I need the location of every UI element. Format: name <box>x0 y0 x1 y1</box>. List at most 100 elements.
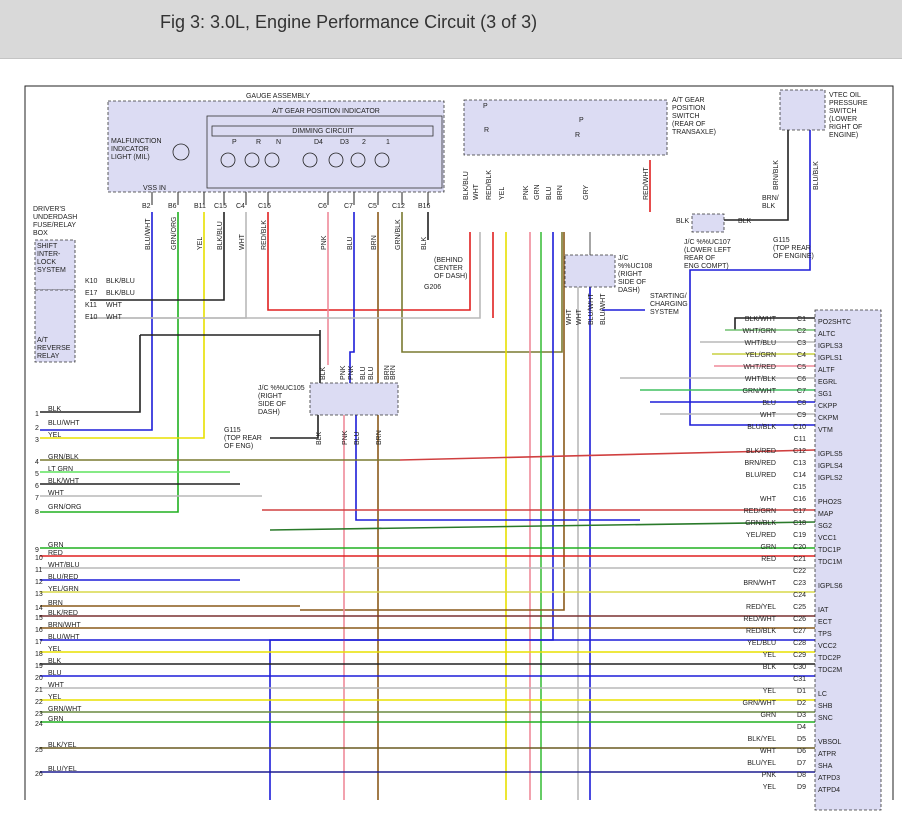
ecm-func-label: SHB <box>818 703 833 710</box>
switch-wire-label: WHT <box>473 183 480 200</box>
ecm-pin-label: C26 <box>793 616 806 623</box>
ecm-wire-label: WHT/BLU <box>745 340 777 347</box>
ecm-wire-label: BRN/RED <box>744 460 776 467</box>
ecm-pin-label: C6 <box>797 376 806 383</box>
left-pin-number: 5 <box>35 471 39 478</box>
relay-pin-label: K10 <box>85 278 98 285</box>
vtec-wire-label: BLU/BLK <box>813 161 820 190</box>
jc108-label: %%UC108 <box>618 263 652 270</box>
g206-id: G206 <box>424 284 441 291</box>
ecm-wire-label: WHT/GRN <box>743 328 776 335</box>
drivers-box-label: FUSE/RELAY <box>33 222 76 229</box>
left-wire-label: YEL <box>48 646 61 653</box>
switch-wire-label: GRN <box>534 184 541 200</box>
at-gear-switch-label: TRANSAXLE) <box>672 129 716 136</box>
jc107-label: (LOWER LEFT <box>684 247 732 254</box>
gauge-wire-label: PNK <box>321 235 328 250</box>
ecm-pin-label: C20 <box>793 544 806 551</box>
ecm-pin-label: C4 <box>797 352 806 359</box>
jc108-label: SIDE OF <box>618 279 646 286</box>
wire-jc105-blu <box>355 415 640 521</box>
vtec-switch-label: SWITCH <box>829 108 857 115</box>
ecm-func-label: ATPD4 <box>818 787 840 794</box>
ecm-pin-label: C29 <box>793 652 806 659</box>
blk-label: BLK <box>676 218 690 225</box>
ecm-func-label: SNC <box>818 715 833 722</box>
gauge-pin-label: C7 <box>344 203 353 210</box>
ecm-pin-label: D6 <box>797 748 806 755</box>
brn-blk-label: BRN/ <box>762 195 779 202</box>
left-pin-number: 14 <box>35 605 43 612</box>
blk-label: BLK <box>738 218 752 225</box>
jc105-bottom-label: BRN <box>376 430 383 445</box>
left-wire-label: GRN/ORG <box>48 504 81 511</box>
ecm-wire-label: RED/BLK <box>746 628 776 635</box>
gauge-pin-label: C12 <box>392 203 405 210</box>
jc105-wire-label: PNK <box>340 365 347 380</box>
g206-label: CENTER <box>434 265 463 272</box>
ecm-func-label: IGPLS5 <box>818 451 843 458</box>
left-pin-number: 23 <box>35 711 43 718</box>
g115-left-label: G115 <box>224 427 241 434</box>
reverse-relay-label: REVERSE <box>37 345 71 352</box>
left-wire-label: BLK <box>48 406 62 413</box>
left-wire-label: GRN <box>48 542 64 549</box>
gear-letter: D3 <box>340 139 349 146</box>
drivers-box-label: UNDERDASH <box>33 214 77 221</box>
left-pin-number: 8 <box>35 509 39 516</box>
jc105-label: (RIGHT <box>258 393 283 400</box>
ecm-wire-label: BLK/RED <box>746 448 776 455</box>
left-pin-number: 7 <box>35 495 39 502</box>
ecm-pin-label: D5 <box>797 736 806 743</box>
left-wire-label: BRN <box>48 600 63 607</box>
ecm-func-label: SHA <box>818 763 833 770</box>
at-gear-switch-box <box>463 99 668 156</box>
g115-top-label: (TOP REAR <box>773 245 811 252</box>
left-wire-label: BLK/WHT <box>48 478 80 485</box>
gauge-wire-label: BLU/WHT <box>145 218 152 250</box>
relay-wire-label: BLK/BLU <box>106 290 135 297</box>
left-wire-label: YEL/GRN <box>48 586 79 593</box>
gauge-pin-label: B2 <box>142 203 151 210</box>
left-pin-number: 15 <box>35 615 43 622</box>
left-wire-label: BLK <box>48 658 62 665</box>
ecm-func-label: TPS <box>818 631 832 638</box>
mil-label: LIGHT (MIL) <box>111 154 150 161</box>
ecm-wire-label: RED <box>761 556 776 563</box>
gauge-wire-label: BRN <box>371 235 378 250</box>
ecm-wire-label: BRN/WHT <box>743 580 776 587</box>
ecm-pin-label: C28 <box>793 640 806 647</box>
vtec-switch-label: PRESSURE <box>829 100 868 107</box>
left-wire-label: WHT <box>48 490 65 497</box>
left-wire-label: GRN/BLK <box>48 454 79 461</box>
wire-grn-blk <box>401 212 563 353</box>
gear-indicator-label: A/T GEAR POSITION INDICATOR <box>272 108 380 115</box>
ecm-pin-label: C2 <box>797 328 806 335</box>
gauge-pin-label: C16 <box>258 203 271 210</box>
switch-p: P <box>483 103 488 110</box>
ecm-func-label: ATPD3 <box>818 775 840 782</box>
relay-wire-label: BLK/BLU <box>106 278 135 285</box>
ecm-func-label: ECT <box>818 619 833 626</box>
ecm-pin-label: C24 <box>793 592 806 599</box>
jc105-box <box>309 382 399 416</box>
starting-charging-label: CHARGING <box>650 301 688 308</box>
ecm-func-label: IGPLS6 <box>818 583 843 590</box>
left-pin-number: 19 <box>35 663 43 670</box>
ecm-pin-label: D4 <box>797 724 806 731</box>
left-pin-number: 21 <box>35 687 43 694</box>
ecm-pin-label: D7 <box>797 760 806 767</box>
ecm-func-label: IAT <box>818 607 829 614</box>
ecm-func-label: MAP <box>818 511 834 518</box>
ecm-wire-label: WHT <box>760 496 777 503</box>
jc105-label: DASH) <box>258 409 280 416</box>
left-wire-label: BLU/WHT <box>48 634 80 641</box>
ecm-wire-label: BLU/RED <box>746 472 776 479</box>
gear-letter: 2 <box>362 139 366 146</box>
ecm-wire-label: WHT <box>760 748 777 755</box>
vtec-switch-label: RIGHT OF <box>829 124 862 131</box>
jc105-label: J/C %%UC105 <box>258 385 305 392</box>
g115-top-label: OF ENGINE) <box>773 253 814 260</box>
gauge-wire-label: BLK/BLU <box>217 221 224 250</box>
gear-letter: R <box>256 139 261 146</box>
